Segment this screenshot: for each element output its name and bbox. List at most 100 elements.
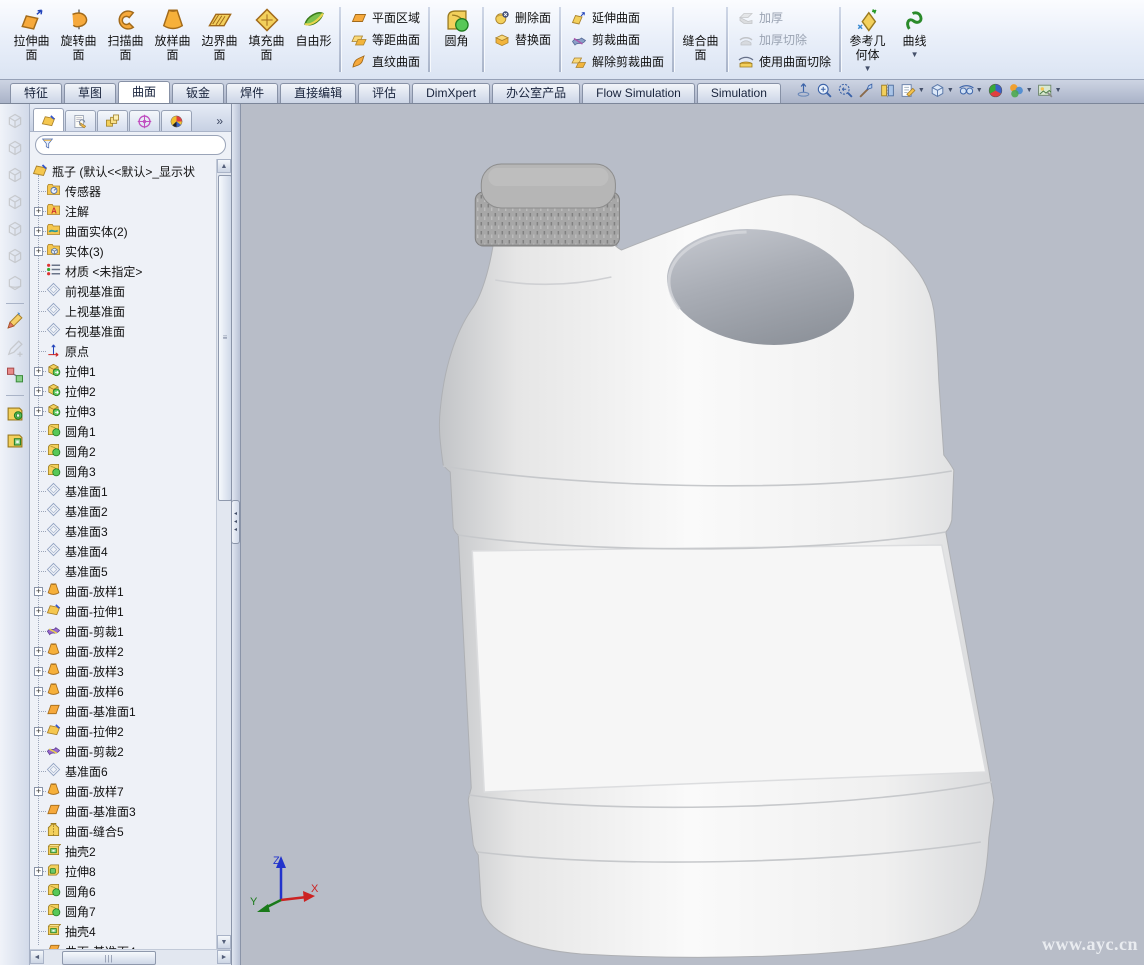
bottle-model[interactable] xyxy=(241,104,1144,965)
hud-button-magnify-selection[interactable] xyxy=(858,82,875,99)
expand-icon[interactable]: + xyxy=(34,587,43,596)
tree-item[interactable]: 基准面3 xyxy=(30,521,217,541)
tree-item[interactable]: 圆角1 xyxy=(30,421,217,441)
panel-tab-displaymanager[interactable] xyxy=(161,110,192,131)
hud-button-section-view[interactable] xyxy=(879,82,896,99)
dropdown-caret-icon[interactable]: ▼ xyxy=(1055,87,1062,95)
dropdown-caret-icon[interactable]: ▼ xyxy=(1026,87,1033,95)
graphics-area[interactable]: Z X Y www.ayc.cn xyxy=(241,104,1144,965)
dropdown-caret-icon[interactable]: ▼ xyxy=(976,87,983,95)
expand-icon[interactable]: + xyxy=(34,227,43,236)
expand-icon[interactable]: + xyxy=(34,387,43,396)
tab-焊件[interactable]: 焊件 xyxy=(226,83,278,103)
hud-button-hide-show-items[interactable]: ▼ xyxy=(958,82,983,99)
panel-splitter[interactable]: ◂◂◂ xyxy=(232,104,241,965)
tab-草图[interactable]: 草图 xyxy=(64,83,116,103)
left-toolbar-button-3d-sketch[interactable] xyxy=(5,311,25,334)
tree-item[interactable]: 基准面6 xyxy=(30,761,217,781)
left-toolbar-button-surface-tool-a[interactable] xyxy=(5,403,25,426)
tree-item[interactable]: +拉伸8 xyxy=(30,861,217,881)
left-toolbar-button-view-right[interactable] xyxy=(5,192,25,215)
tree-item[interactable]: +A注解 xyxy=(30,201,217,221)
tree-item[interactable]: 圆角3 xyxy=(30,461,217,481)
ribbon-button-delete-face[interactable]: 删除面 xyxy=(494,9,551,26)
ribbon-button-untrim-surface[interactable]: 解除剪裁曲面 xyxy=(571,53,664,70)
expand-icon[interactable]: + xyxy=(34,647,43,656)
tree-item[interactable]: 基准面5 xyxy=(30,561,217,581)
tab-办公室产品[interactable]: 办公室产品 xyxy=(492,83,580,103)
tree-item[interactable]: 上视基准面 xyxy=(30,301,217,321)
hud-button-view-settings[interactable]: ▼ xyxy=(1037,82,1062,99)
tree-item[interactable]: +曲面-放样3 xyxy=(30,661,217,681)
scroll-down-button[interactable]: ▼ xyxy=(217,935,231,949)
hud-button-zoom-to-area[interactable] xyxy=(816,82,833,99)
ribbon-button-freeform[interactable]: 自由形 xyxy=(290,2,337,48)
tree-item[interactable]: 曲面-剪裁1 xyxy=(30,621,217,641)
tree-item[interactable]: +曲面-放样6 xyxy=(30,681,217,701)
tree-item[interactable]: +实体(3) xyxy=(30,241,217,261)
ribbon-button-fillet[interactable]: 圆角 xyxy=(433,2,480,48)
tree-item[interactable]: +曲面-放样1 xyxy=(30,581,217,601)
tree-item[interactable]: 抽壳4 xyxy=(30,921,217,941)
tree-item[interactable]: 曲面-基准面4 xyxy=(30,941,217,949)
dropdown-caret-icon[interactable]: ▼ xyxy=(911,51,919,59)
tree-item[interactable]: 传感器 xyxy=(30,181,217,201)
expand-icon[interactable]: + xyxy=(34,667,43,676)
expand-icon[interactable]: + xyxy=(34,687,43,696)
ribbon-button-extend-surface[interactable]: 延伸曲面 xyxy=(571,9,664,26)
expand-icon[interactable]: + xyxy=(34,407,43,416)
left-toolbar-button-view-front[interactable] xyxy=(5,111,25,134)
left-toolbar-button-view-back[interactable] xyxy=(5,138,25,161)
tree-item[interactable]: +拉伸3 xyxy=(30,401,217,421)
ribbon-button-extrude-surface[interactable]: 拉伸曲面 xyxy=(8,2,55,62)
ribbon-button-thicken-cut[interactable]: 加厚切除 xyxy=(738,31,831,48)
left-toolbar-button-view-isometric[interactable] xyxy=(5,273,25,296)
ribbon-button-sweep-surface[interactable]: 扫描曲面 xyxy=(102,2,149,62)
tab-曲面[interactable]: 曲面 xyxy=(118,81,170,103)
tree-item[interactable]: +拉伸2 xyxy=(30,381,217,401)
tree-item[interactable]: +曲面-放样7 xyxy=(30,781,217,801)
tree-item[interactable]: 材质 <未指定> xyxy=(30,261,217,281)
tab-特征[interactable]: 特征 xyxy=(10,83,62,103)
ribbon-button-knit-surface[interactable]: 缝合曲面 xyxy=(677,2,724,62)
ribbon-button-thicken[interactable]: 加厚 xyxy=(738,9,831,26)
expand-icon[interactable]: + xyxy=(34,367,43,376)
tree-item[interactable]: 圆角6 xyxy=(30,881,217,901)
tree-item[interactable]: 曲面-剪裁2 xyxy=(30,741,217,761)
tree-item[interactable]: 曲面-基准面3 xyxy=(30,801,217,821)
ribbon-button-planar-surface[interactable]: 平面区域 xyxy=(351,9,420,26)
panel-tab-configurationmanager[interactable] xyxy=(97,110,128,131)
tree-item[interactable]: 圆角7 xyxy=(30,901,217,921)
panel-tab-dimxpertmanager[interactable] xyxy=(129,110,160,131)
expand-icon[interactable]: + xyxy=(34,247,43,256)
tree-item[interactable]: 基准面4 xyxy=(30,541,217,561)
expand-icon[interactable]: + xyxy=(34,727,43,736)
tree-item[interactable]: +曲面-放样2 xyxy=(30,641,217,661)
panel-tab-overflow[interactable]: » xyxy=(216,114,228,131)
hud-button-view-orientation[interactable]: ▼ xyxy=(900,82,925,99)
dropdown-caret-icon[interactable]: ▼ xyxy=(864,65,872,73)
expand-icon[interactable]: + xyxy=(34,607,43,616)
tab-Flow Simulation[interactable]: Flow Simulation xyxy=(582,83,695,103)
tree-item[interactable]: 原点 xyxy=(30,341,217,361)
hud-button-zoom-previous[interactable] xyxy=(837,82,854,99)
ribbon-button-offset-surface[interactable]: 等距曲面 xyxy=(351,31,420,48)
left-toolbar-button-surface-tool-b[interactable] xyxy=(5,430,25,453)
ribbon-button-reference-geometry[interactable]: 参考几何体▼ xyxy=(844,2,891,73)
left-toolbar-button-view-bottom[interactable] xyxy=(5,246,25,269)
hud-button-display-style[interactable]: ▼ xyxy=(929,82,954,99)
ribbon-button-curves[interactable]: 曲线▼ xyxy=(891,2,938,59)
filter-input[interactable] xyxy=(58,138,220,152)
tree-item[interactable]: +曲面-拉伸1 xyxy=(30,601,217,621)
left-toolbar-button-view-left[interactable] xyxy=(5,165,25,188)
left-toolbar-button-sketch[interactable] xyxy=(5,338,25,361)
ribbon-button-ruled-surface[interactable]: 直纹曲面 xyxy=(351,53,420,70)
tree-item[interactable]: 基准面1 xyxy=(30,481,217,501)
tab-直接编辑[interactable]: 直接编辑 xyxy=(280,83,356,103)
scroll-left-button[interactable]: ◄ xyxy=(30,950,44,964)
tree-item[interactable]: 圆角2 xyxy=(30,441,217,461)
tree-item[interactable]: 曲面-缝合5 xyxy=(30,821,217,841)
tree-item[interactable]: 抽壳2 xyxy=(30,841,217,861)
scroll-thumb[interactable]: ≡ xyxy=(218,175,231,501)
left-toolbar-button-display-delete-relations[interactable] xyxy=(5,365,25,388)
